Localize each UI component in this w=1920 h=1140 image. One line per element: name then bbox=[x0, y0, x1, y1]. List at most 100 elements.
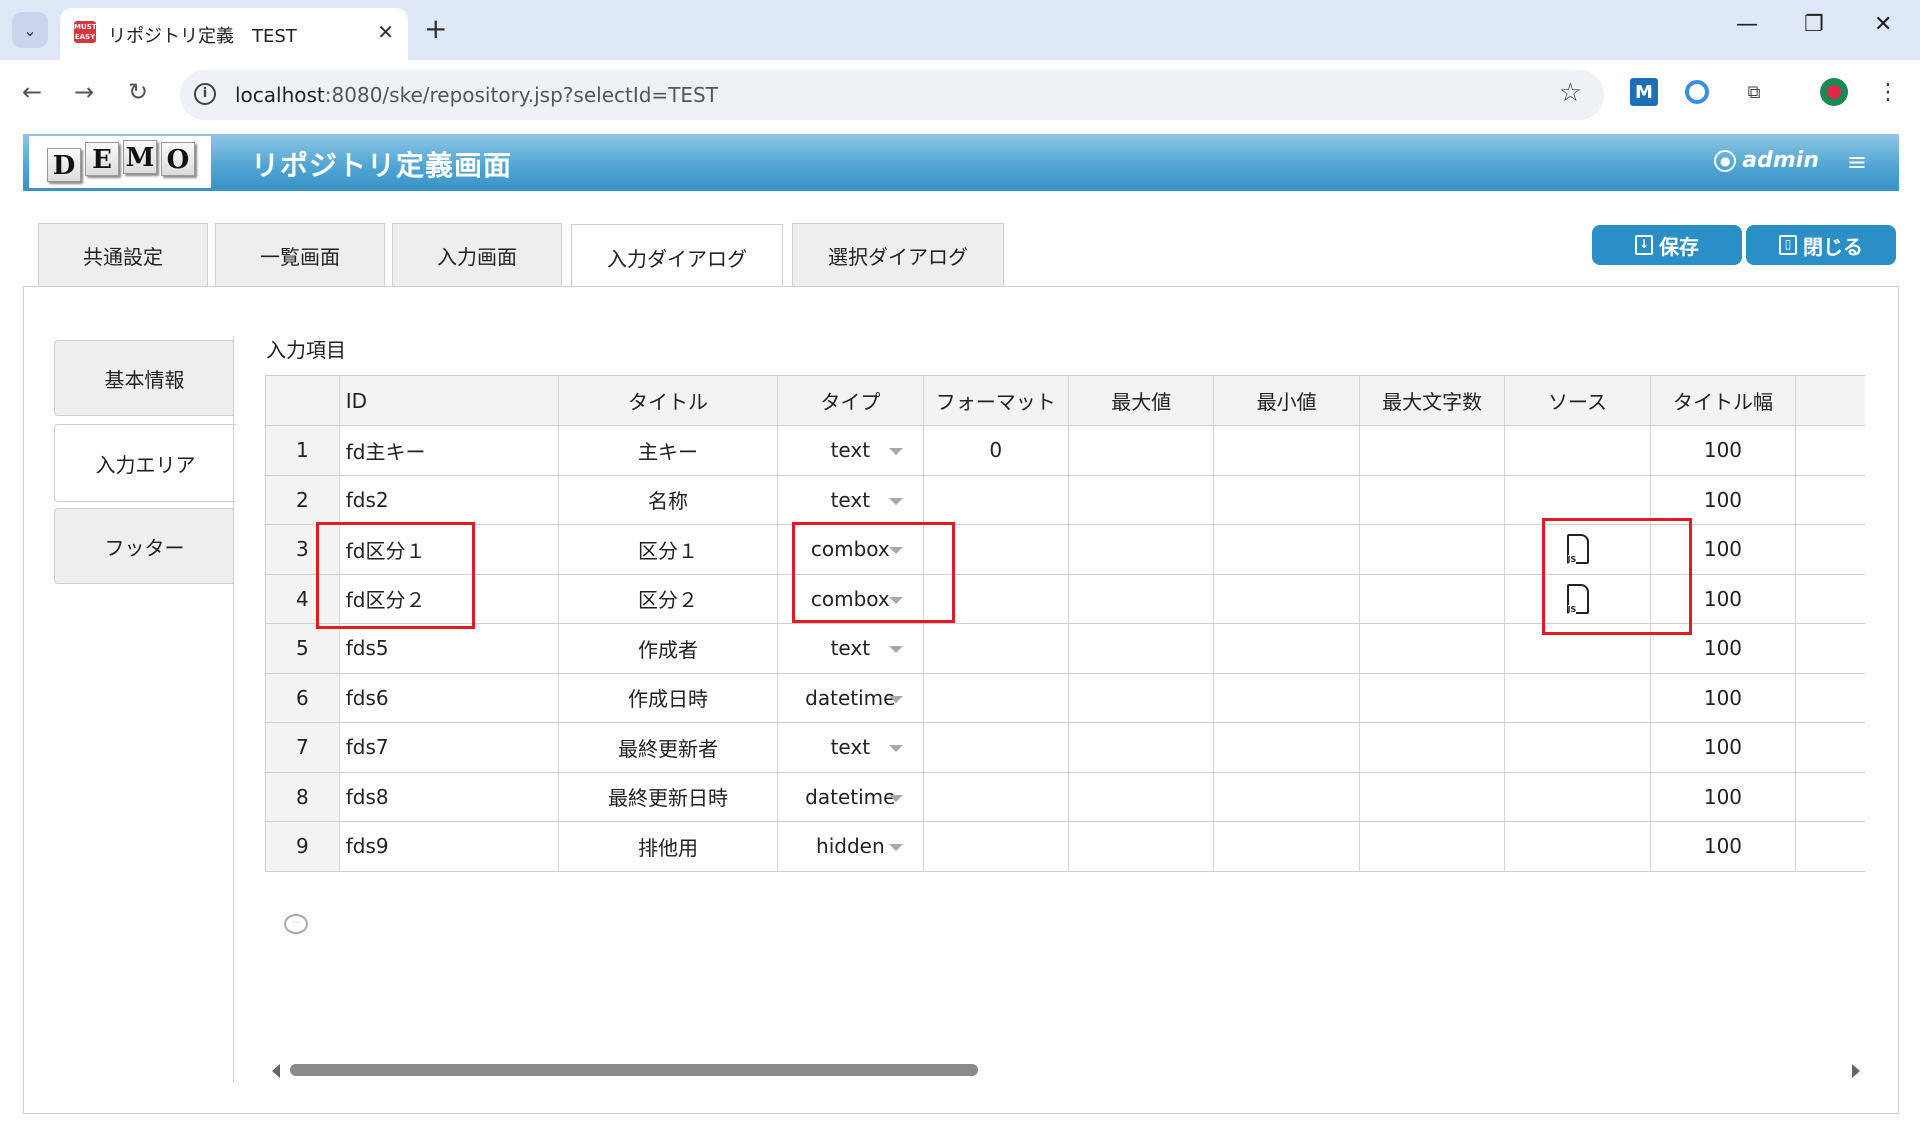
col-header-type[interactable]: タイプ bbox=[778, 376, 924, 425]
side-tab-footer[interactable]: フッター bbox=[54, 508, 234, 584]
cell-title[interactable]: 名称 bbox=[559, 475, 779, 524]
close-tab-icon[interactable]: ✕ bbox=[377, 20, 394, 44]
close-window-button[interactable]: ✕ bbox=[1874, 12, 1892, 37]
cell-format[interactable] bbox=[924, 822, 1069, 871]
cell-maxlen[interactable] bbox=[1360, 574, 1506, 623]
col-header-source[interactable]: ソース bbox=[1505, 376, 1651, 425]
cell-format[interactable] bbox=[924, 673, 1069, 722]
extension-compass-icon[interactable] bbox=[1685, 80, 1709, 104]
reload-icon[interactable]: ↻ bbox=[128, 78, 148, 106]
dropdown-arrow-icon[interactable] bbox=[888, 844, 903, 851]
user-menu[interactable]: ● admin bbox=[1714, 148, 1819, 173]
col-header-title-width[interactable]: タイトル幅 bbox=[1651, 376, 1797, 425]
cell-source[interactable] bbox=[1505, 426, 1651, 475]
table-row[interactable]: 1 fd主キー 主キー text 0 100 bbox=[266, 426, 1865, 476]
minimize-button[interactable]: — bbox=[1736, 12, 1758, 37]
tab-input-dialog[interactable]: 入力ダイアログ bbox=[571, 224, 783, 290]
cell-max[interactable] bbox=[1069, 574, 1215, 623]
dropdown-arrow-icon[interactable] bbox=[888, 695, 903, 703]
cell-title-width[interactable]: 100 bbox=[1651, 673, 1797, 722]
col-header-max[interactable]: 最大値 bbox=[1069, 376, 1215, 425]
table-row[interactable]: 6 fds6 作成日時 datetime 100 bbox=[266, 673, 1865, 723]
cell-maxlen[interactable] bbox=[1360, 624, 1506, 673]
col-header-min[interactable]: 最小値 bbox=[1214, 376, 1360, 425]
cell-format[interactable] bbox=[924, 772, 1069, 821]
col-header-maxlen[interactable]: 最大文字数 bbox=[1360, 376, 1506, 425]
cell-maxlen[interactable] bbox=[1360, 723, 1506, 772]
horizontal-scrollbar[interactable] bbox=[268, 1060, 1864, 1080]
comment-icon[interactable]: ··· bbox=[284, 914, 308, 934]
cell-title[interactable]: 作成日時 bbox=[559, 673, 779, 722]
col-header-id[interactable]: ID bbox=[340, 376, 559, 425]
cell-title[interactable]: 主キー bbox=[559, 426, 779, 475]
cell-type[interactable]: text bbox=[778, 723, 924, 772]
cell-max[interactable] bbox=[1069, 426, 1215, 475]
site-info-icon[interactable]: i bbox=[194, 83, 216, 105]
cell-min[interactable] bbox=[1214, 475, 1360, 524]
cell-source[interactable] bbox=[1505, 723, 1651, 772]
cell-title-width[interactable]: 100 bbox=[1651, 426, 1797, 475]
tab-list-screen[interactable]: 一覧画面 bbox=[215, 223, 385, 287]
cell-title[interactable]: 最終更新者 bbox=[559, 723, 779, 772]
cell-maxlen[interactable] bbox=[1360, 426, 1506, 475]
cell-max[interactable] bbox=[1069, 673, 1215, 722]
side-tab-basic-info[interactable]: 基本情報 bbox=[54, 340, 234, 416]
back-icon[interactable]: ← bbox=[22, 78, 42, 106]
table-row[interactable]: 9 fds9 排他用 hidden 100 bbox=[266, 822, 1865, 872]
cell-title[interactable]: 最終更新日時 bbox=[559, 772, 779, 821]
side-tab-input-area[interactable]: 入力エリア bbox=[54, 424, 236, 502]
cell-title-width[interactable]: 100 bbox=[1651, 822, 1797, 871]
dropdown-arrow-icon[interactable] bbox=[888, 448, 903, 455]
cell-maxlen[interactable] bbox=[1360, 475, 1506, 524]
cell-type[interactable]: text bbox=[778, 426, 924, 475]
cell-min[interactable] bbox=[1214, 772, 1360, 821]
cell-source[interactable] bbox=[1505, 772, 1651, 821]
cell-format[interactable] bbox=[924, 723, 1069, 772]
cell-min[interactable] bbox=[1214, 673, 1360, 722]
cell-id[interactable]: fds2 bbox=[340, 475, 559, 524]
save-button[interactable]: ↓ 保存 bbox=[1592, 225, 1742, 265]
cell-maxlen[interactable] bbox=[1360, 525, 1506, 574]
cell-max[interactable] bbox=[1069, 772, 1215, 821]
cell-id[interactable]: fds7 bbox=[340, 723, 559, 772]
table-row[interactable]: 8 fds8 最終更新日時 datetime 100 bbox=[266, 772, 1865, 822]
cell-title-width[interactable]: 100 bbox=[1651, 772, 1797, 821]
cell-min[interactable] bbox=[1214, 574, 1360, 623]
cell-title[interactable]: 作成者 bbox=[559, 624, 779, 673]
cell-max[interactable] bbox=[1069, 723, 1215, 772]
browser-menu-icon[interactable]: ⋮ bbox=[1874, 78, 1902, 106]
scroll-left-arrow-icon[interactable] bbox=[272, 1064, 280, 1078]
cell-source[interactable] bbox=[1505, 822, 1651, 871]
cell-type[interactable]: hidden bbox=[778, 822, 924, 871]
scroll-right-arrow-icon[interactable] bbox=[1852, 1064, 1860, 1078]
cell-min[interactable] bbox=[1214, 426, 1360, 475]
cell-format[interactable]: 0 bbox=[924, 426, 1069, 475]
cell-id[interactable]: fds8 bbox=[340, 772, 559, 821]
dropdown-arrow-icon[interactable] bbox=[888, 745, 903, 752]
cell-title[interactable]: 区分１ bbox=[559, 525, 779, 574]
cell-id[interactable]: fd主キー bbox=[340, 426, 559, 475]
forward-icon[interactable]: → bbox=[74, 78, 94, 106]
cell-type[interactable]: datetime bbox=[778, 673, 924, 722]
cell-title-width[interactable]: 100 bbox=[1651, 475, 1797, 524]
extensions-puzzle-icon[interactable]: ⧉ bbox=[1740, 78, 1768, 106]
address-bar[interactable]: i localhost:8080/ske/repository.jsp?sele… bbox=[180, 70, 1604, 120]
tab-search-button[interactable]: ⌄ bbox=[12, 12, 48, 48]
cell-maxlen[interactable] bbox=[1360, 673, 1506, 722]
cell-source[interactable] bbox=[1505, 475, 1651, 524]
cell-type[interactable]: text bbox=[778, 624, 924, 673]
col-header-title[interactable]: タイトル bbox=[559, 376, 779, 425]
profile-avatar[interactable] bbox=[1820, 78, 1848, 106]
dropdown-arrow-icon[interactable] bbox=[888, 794, 903, 802]
cell-format[interactable] bbox=[924, 624, 1069, 673]
extension-m-icon[interactable]: M bbox=[1630, 78, 1658, 106]
cell-min[interactable] bbox=[1214, 822, 1360, 871]
cell-id[interactable]: fds6 bbox=[340, 673, 559, 722]
cell-min[interactable] bbox=[1214, 624, 1360, 673]
cell-title[interactable]: 排他用 bbox=[559, 822, 779, 871]
table-row[interactable]: 7 fds7 最終更新者 text 100 bbox=[266, 723, 1865, 773]
url-text[interactable]: localhost:8080/ske/repository.jsp?select… bbox=[235, 83, 718, 107]
cell-type[interactable]: text bbox=[778, 475, 924, 524]
cell-type[interactable]: datetime bbox=[778, 772, 924, 821]
new-tab-button[interactable]: + bbox=[424, 12, 447, 46]
